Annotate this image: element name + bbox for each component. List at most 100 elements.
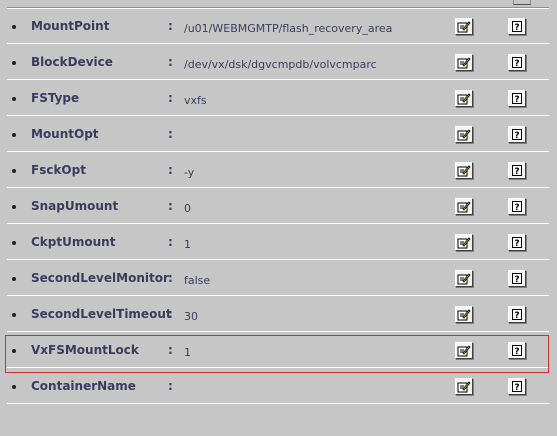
- attribute-value: false: [184, 274, 211, 287]
- bullet-icon: [12, 385, 16, 389]
- edit-button[interactable]: [455, 90, 473, 107]
- row-divider: [7, 403, 549, 404]
- attribute-value: -y: [184, 166, 195, 179]
- svg-text:?: ?: [514, 239, 519, 249]
- attribute-name: ContainerName: [31, 379, 136, 393]
- svg-text:?: ?: [514, 347, 519, 357]
- help-button[interactable]: ?: [508, 54, 526, 71]
- bullet-icon: [12, 97, 16, 101]
- svg-text:?: ?: [514, 59, 519, 69]
- help-icon: ?: [512, 57, 522, 69]
- colon-separator: :: [168, 307, 173, 321]
- bullet-icon: [12, 349, 16, 353]
- edit-icon: [457, 273, 471, 285]
- colon-separator: :: [168, 91, 173, 105]
- colon-separator: :: [168, 379, 173, 393]
- corner-tab: [513, 0, 531, 5]
- colon-separator: :: [168, 271, 173, 285]
- attribute-value: vxfs: [184, 94, 207, 107]
- help-button[interactable]: ?: [508, 342, 526, 359]
- attribute-row: MountPoint : /u01/WEBMGMTP/flash_recover…: [0, 8, 557, 44]
- help-icon: ?: [512, 309, 522, 321]
- colon-separator: :: [168, 19, 173, 33]
- edit-icon: [457, 237, 471, 249]
- svg-text:?: ?: [514, 23, 519, 33]
- attribute-name: FSType: [31, 91, 80, 105]
- svg-text:?: ?: [514, 383, 519, 393]
- attribute-value: 1: [184, 346, 191, 359]
- attribute-name: SecondLevelTimeout: [31, 307, 172, 321]
- help-icon: ?: [512, 273, 522, 285]
- help-button[interactable]: ?: [508, 306, 526, 323]
- edit-icon: [457, 21, 471, 33]
- edit-icon: [457, 381, 471, 393]
- help-icon: ?: [512, 129, 522, 141]
- attribute-name: VxFSMountLock: [31, 343, 139, 357]
- attribute-row: SnapUmount : 0 ?: [0, 188, 557, 224]
- bullet-icon: [12, 25, 16, 29]
- edit-button[interactable]: [455, 54, 473, 71]
- help-icon: ?: [512, 237, 522, 249]
- help-icon: ?: [512, 21, 522, 33]
- colon-separator: :: [168, 163, 173, 177]
- attribute-row: BlockDevice : /dev/vx/dsk/dgvcmpdb/volvc…: [0, 44, 557, 80]
- help-icon: ?: [512, 345, 522, 357]
- edit-icon: [457, 129, 471, 141]
- attribute-name: MountPoint: [31, 19, 110, 33]
- edit-button[interactable]: [455, 126, 473, 143]
- help-button[interactable]: ?: [508, 270, 526, 287]
- edit-button[interactable]: [455, 234, 473, 251]
- bullet-icon: [12, 313, 16, 317]
- svg-text:?: ?: [514, 95, 519, 105]
- help-icon: ?: [512, 93, 522, 105]
- edit-button[interactable]: [455, 198, 473, 215]
- help-icon: ?: [512, 165, 522, 177]
- edit-icon: [457, 345, 471, 357]
- attribute-name: SnapUmount: [31, 199, 119, 213]
- help-button[interactable]: ?: [508, 378, 526, 395]
- bullet-icon: [12, 241, 16, 245]
- edit-button[interactable]: [455, 18, 473, 35]
- edit-icon: [457, 93, 471, 105]
- edit-button[interactable]: [455, 342, 473, 359]
- attribute-row: MountOpt : ?: [0, 116, 557, 152]
- help-icon: ?: [512, 381, 522, 393]
- help-button[interactable]: ?: [508, 18, 526, 35]
- colon-separator: :: [168, 199, 173, 213]
- svg-text:?: ?: [514, 275, 519, 285]
- attribute-value: 1: [184, 238, 191, 251]
- svg-text:?: ?: [514, 203, 519, 213]
- bullet-icon: [12, 277, 16, 281]
- svg-text:?: ?: [514, 131, 519, 141]
- edit-button[interactable]: [455, 270, 473, 287]
- attribute-row: SecondLevelMonitor : false ?: [0, 260, 557, 296]
- edit-button[interactable]: [455, 162, 473, 179]
- attribute-value: /u01/WEBMGMTP/flash_recovery_area: [184, 22, 393, 35]
- edit-icon: [457, 165, 471, 177]
- edit-icon: [457, 201, 471, 213]
- colon-separator: :: [168, 343, 173, 357]
- attribute-row: FsckOpt : -y ?: [0, 152, 557, 188]
- edit-icon: [457, 57, 471, 69]
- edit-icon: [457, 309, 471, 321]
- help-button[interactable]: ?: [508, 162, 526, 179]
- attribute-row: CkptUmount : 1 ?: [0, 224, 557, 260]
- attribute-value: /dev/vx/dsk/dgvcmpdb/volvcmparc: [184, 58, 377, 71]
- help-icon: ?: [512, 201, 522, 213]
- attribute-row: VxFSMountLock : 1 ?: [0, 332, 557, 368]
- attribute-name: MountOpt: [31, 127, 99, 141]
- attribute-name: FsckOpt: [31, 163, 86, 177]
- colon-separator: :: [168, 235, 173, 249]
- colon-separator: :: [168, 127, 173, 141]
- attribute-row: ContainerName : ?: [0, 368, 557, 404]
- attributes-table: MountPoint : /u01/WEBMGMTP/flash_recover…: [0, 0, 557, 436]
- help-button[interactable]: ?: [508, 126, 526, 143]
- edit-button[interactable]: [455, 306, 473, 323]
- attribute-value: 0: [184, 202, 191, 215]
- help-button[interactable]: ?: [508, 198, 526, 215]
- help-button[interactable]: ?: [508, 90, 526, 107]
- bullet-icon: [12, 133, 16, 137]
- svg-text:?: ?: [514, 167, 519, 177]
- help-button[interactable]: ?: [508, 234, 526, 251]
- edit-button[interactable]: [455, 378, 473, 395]
